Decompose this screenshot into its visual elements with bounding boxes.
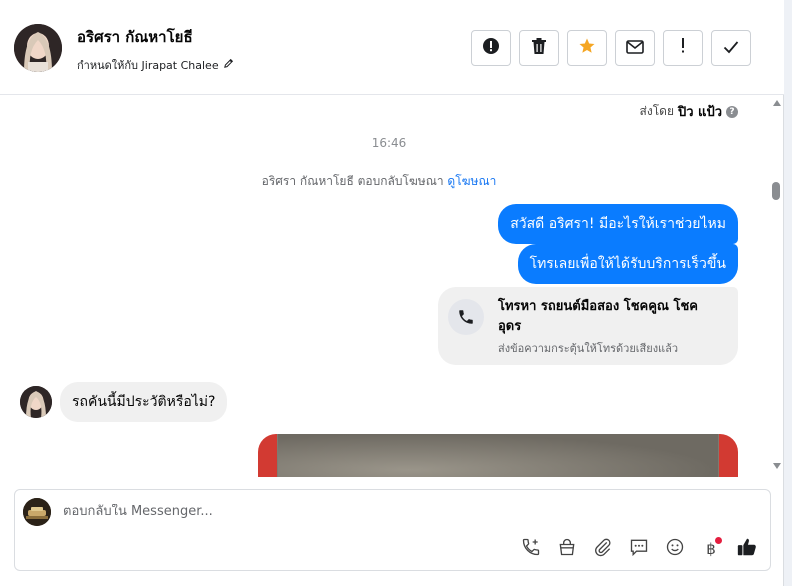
message-timestamp: 16:46: [371, 136, 407, 150]
assigned-label: กำหนดให้กับ Jirapat Chalee: [77, 59, 219, 72]
important-icon: [680, 38, 686, 58]
message-thread[interactable]: ส่งโดย ปิว แป้ว ? 16:46 อริศรา กัณหาโยธี…: [0, 96, 768, 477]
outgoing-message[interactable]: โทรเลยเพื่อให้ได้รับบริการเร็วขึ้น: [517, 244, 738, 284]
baht-icon: ฿: [706, 540, 716, 558]
scroll-up-arrow[interactable]: [773, 100, 781, 106]
help-icon[interactable]: ?: [726, 105, 738, 118]
conversation-header: อริศรา กัณหาโยธี กำหนดให้กับ Jirapat Cha…: [0, 0, 784, 95]
view-ad-link[interactable]: ดูโฆษณา: [447, 174, 496, 188]
sent-by: ส่งโดย ปิว แป้ว ?: [640, 101, 738, 122]
emoji-button[interactable]: [662, 536, 688, 562]
sender-avatar[interactable]: [20, 386, 52, 418]
star-button[interactable]: [567, 30, 607, 66]
conversation-panel: อริศรา กัณหาโยธี กำหนดให้กับ Jirapat Cha…: [0, 0, 784, 586]
notification-dot: [715, 537, 722, 544]
delete-button[interactable]: [519, 30, 559, 66]
star-icon: [578, 37, 596, 59]
mark-unread-button[interactable]: [615, 30, 655, 66]
done-icon: [723, 39, 739, 58]
sent-by-name: ปิว แป้ว: [677, 105, 722, 120]
scroll-thumb[interactable]: [772, 182, 780, 200]
page-avatar: [23, 498, 51, 526]
car-photo-attachment[interactable]: [258, 434, 738, 477]
photo-content: [278, 434, 718, 477]
call-request-button[interactable]: [518, 536, 544, 562]
mark-important-button[interactable]: [663, 30, 703, 66]
contact-avatar[interactable]: [14, 24, 62, 72]
paperclip-icon: [593, 537, 613, 561]
reply-input[interactable]: [63, 504, 623, 519]
contact-name[interactable]: อริศรา กัณหาโยธี: [77, 25, 193, 49]
scroll-down-arrow[interactable]: [773, 463, 781, 469]
attach-button[interactable]: [590, 536, 616, 562]
ad-reply-note: อริศรา กัณหาโยธี ตอบกลับโฆษณา ดูโฆษณา: [0, 172, 758, 191]
incoming-message[interactable]: รถคันนี้มีประวัติหรือไม่?: [60, 382, 228, 422]
call-card-subtitle: ส่งข้อความกระตุ้นให้โทรด้วยเสียงแล้ว: [498, 342, 679, 355]
assigned-to[interactable]: กำหนดให้กับ Jirapat Chalee: [77, 56, 234, 74]
saved-reply-icon: [629, 537, 649, 561]
payment-button[interactable]: ฿: [698, 536, 724, 562]
ad-reply-text: อริศรา กัณหาโยธี ตอบกลับโฆษณา: [261, 174, 444, 188]
shop-button[interactable]: [554, 536, 580, 562]
sent-by-prefix: ส่งโดย: [639, 104, 674, 118]
mail-icon: [626, 39, 644, 58]
composer-toolbar: ฿: [518, 536, 760, 562]
emoji-icon: [665, 537, 685, 561]
incoming-message-row: รถคันนี้มีประวัติหรือไม่?: [20, 382, 228, 422]
conversation-actions: [471, 30, 751, 66]
mark-done-button[interactable]: [711, 30, 751, 66]
reply-composer: ฿: [14, 489, 771, 571]
call-card-title: โทรหา รถยนต์มือสอง โชคคูณ โชค อุดร: [498, 299, 699, 334]
call-prompt-card[interactable]: โทรหา รถยนต์มือสอง โชคคูณ โชค อุดร ส่งข้…: [438, 287, 738, 365]
trash-icon: [531, 37, 547, 59]
phone-plus-icon: [521, 537, 541, 561]
thumbs-up-icon: [736, 536, 758, 562]
like-button[interactable]: [734, 536, 760, 562]
saved-replies-button[interactable]: [626, 536, 652, 562]
mark-spam-button[interactable]: [471, 30, 511, 66]
outgoing-message[interactable]: สวัสดี อริศรา! มีอะไรให้เราช่วยไหม: [498, 204, 738, 244]
spam-icon: [482, 37, 500, 59]
scrollbar[interactable]: [768, 96, 784, 477]
phone-icon: [448, 299, 484, 335]
shopping-bag-icon: [557, 537, 577, 561]
pencil-icon[interactable]: [223, 58, 234, 72]
